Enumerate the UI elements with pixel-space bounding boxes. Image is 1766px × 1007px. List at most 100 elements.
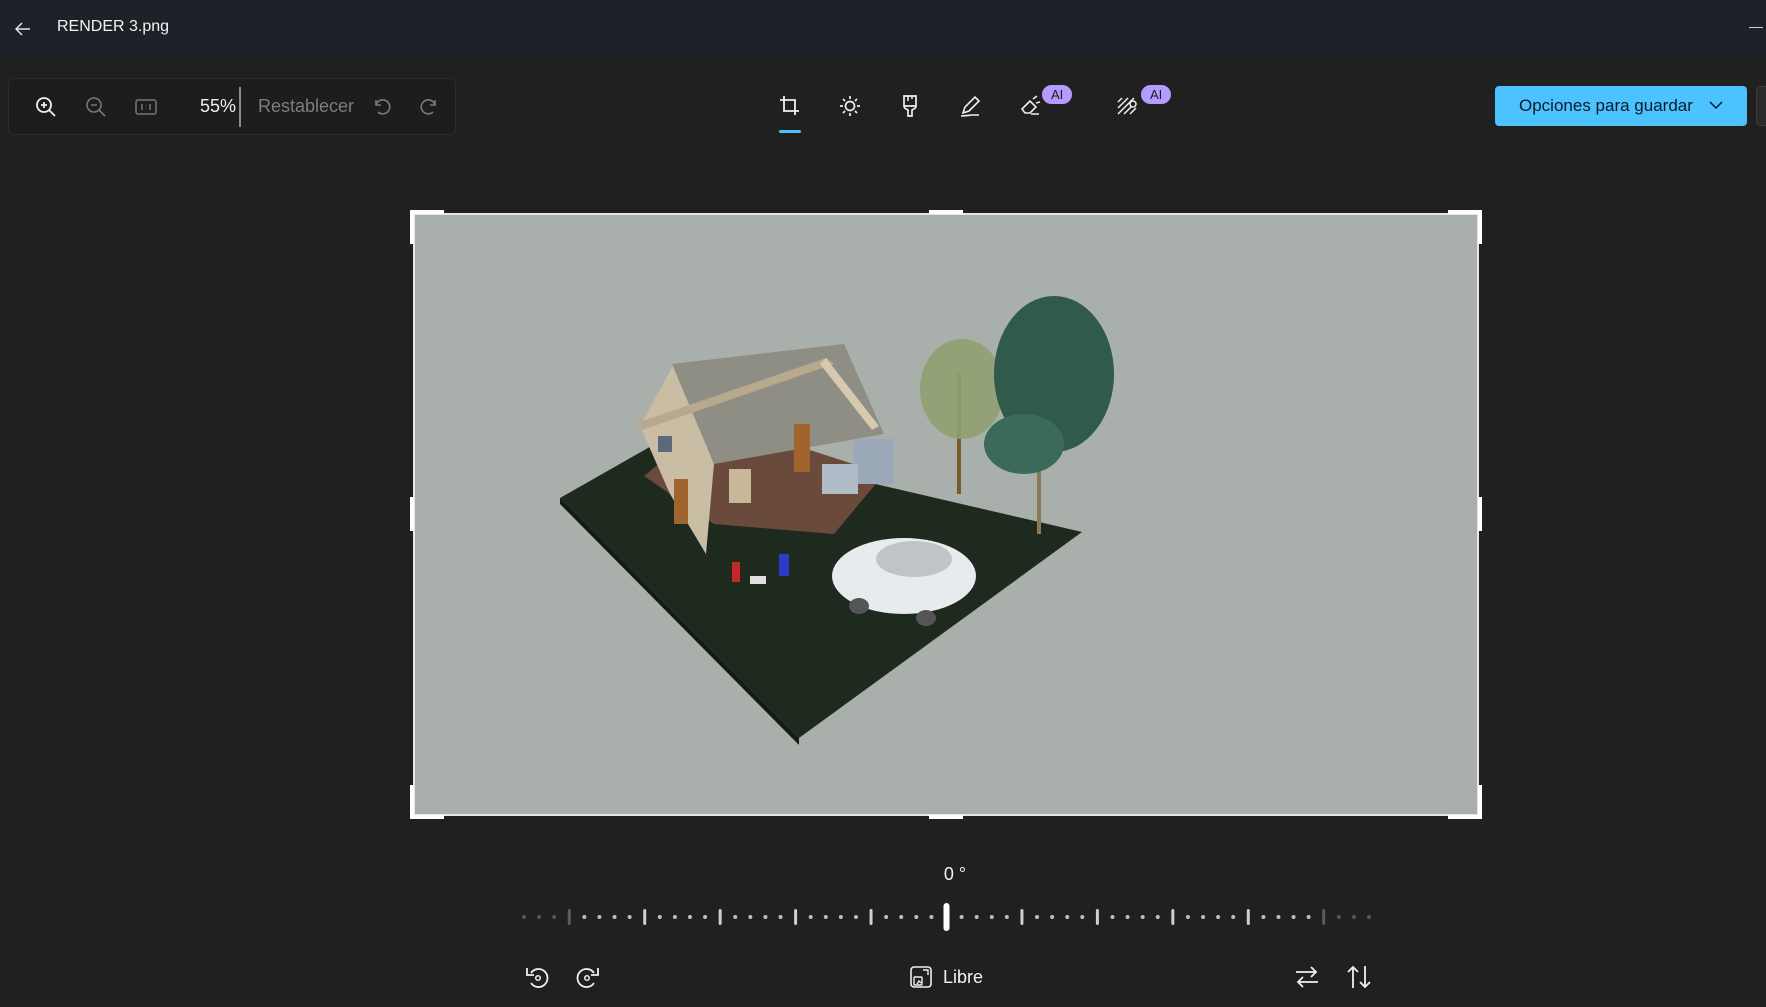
- active-tool-indicator: [779, 130, 801, 133]
- background-blur-icon: [1117, 97, 1137, 115]
- rotation-tick: [853, 915, 858, 919]
- rotation-tick: [1035, 915, 1040, 919]
- undo-icon: [375, 99, 391, 115]
- rotation-slider[interactable]: [520, 900, 1373, 934]
- flip-horizontal-button[interactable]: [1290, 958, 1324, 996]
- rotation-tick-major: [643, 909, 647, 925]
- rotation-tick: [899, 915, 904, 919]
- rotation-tick: [627, 915, 632, 919]
- flip-vertical-button[interactable]: [1342, 958, 1376, 996]
- rotate-left-button[interactable]: [520, 958, 554, 996]
- rotation-tick: [1231, 915, 1236, 919]
- undo-button[interactable]: [364, 90, 398, 124]
- crop-handle-top-left[interactable]: [410, 210, 444, 244]
- minimize-button[interactable]: [1746, 10, 1766, 44]
- rotation-tick-major: [1020, 909, 1024, 925]
- rotation-tick: [778, 915, 783, 919]
- crop-handle-top-right[interactable]: [1448, 210, 1482, 244]
- rotation-tick: [1201, 915, 1206, 919]
- crop-handle-left[interactable]: [410, 497, 414, 531]
- rotation-tick: [1110, 915, 1115, 919]
- reset-button[interactable]: Restablecer: [258, 96, 354, 117]
- tool-filter[interactable]: [890, 88, 930, 124]
- rotation-tick: [1261, 915, 1266, 919]
- rotation-angle: 0 °: [943, 864, 967, 884]
- rotation-tick: [1336, 915, 1341, 919]
- crop-handle-top[interactable]: [929, 210, 963, 214]
- chevron-down-icon: [1709, 101, 1723, 110]
- rotation-tick: [763, 915, 768, 919]
- aspect-ratio-icon: [910, 966, 932, 988]
- zoom-in-button[interactable]: [29, 90, 63, 124]
- crop-handle-right[interactable]: [1478, 497, 1482, 531]
- rotation-tick: [1080, 915, 1085, 919]
- crop-icon: [780, 96, 799, 115]
- eraser-icon: [1020, 95, 1041, 115]
- crop-handle-bottom-right[interactable]: [1448, 785, 1482, 819]
- rotation-tick: [1050, 915, 1055, 919]
- rotation-tick: [1216, 915, 1221, 919]
- back-button[interactable]: [6, 14, 40, 44]
- rotation-tick: [974, 915, 979, 919]
- rotation-tick: [1140, 915, 1145, 919]
- rotation-tick: [1155, 915, 1160, 919]
- rotation-tick-major: [1322, 909, 1326, 925]
- rotation-tick: [914, 915, 919, 919]
- rotation-tick: [1291, 915, 1296, 919]
- pen-icon: [960, 95, 981, 117]
- rotation-tick: [597, 915, 602, 919]
- rotation-tick-major: [869, 909, 873, 925]
- file-title: RENDER 3.png: [57, 18, 170, 35]
- aspect-ratio-label: Libre: [942, 966, 984, 987]
- brightness-icon: [840, 96, 860, 116]
- tool-adjust[interactable]: [830, 88, 870, 124]
- rotation-tick: [1065, 915, 1070, 919]
- render-scene: [560, 296, 1114, 745]
- zoom-out-button[interactable]: [79, 90, 113, 124]
- actual-size-button[interactable]: [129, 90, 163, 124]
- save-options-label: Opciones para guardar: [1519, 96, 1693, 115]
- rotation-tick: [522, 915, 526, 919]
- actual-size-icon: [135, 99, 157, 115]
- rotation-tick: [703, 915, 708, 919]
- rotation-tick: [537, 915, 542, 919]
- rotation-tick: [884, 915, 889, 919]
- rotation-tick: [1185, 915, 1190, 919]
- rotation-tick: [823, 915, 828, 919]
- flip-horizontal-icon: [1296, 966, 1318, 988]
- rotation-tick: [989, 915, 994, 919]
- rotation-tick: [1125, 915, 1130, 919]
- aspect-ratio-button[interactable]: Libre: [906, 958, 986, 996]
- zoom-level[interactable]: 55%: [192, 96, 236, 117]
- rotate-right-icon: [576, 968, 599, 988]
- rotation-tick: [612, 915, 617, 919]
- crop-handle-bottom-left[interactable]: [410, 785, 444, 819]
- ai-badge: AI: [1139, 83, 1174, 106]
- rotation-tick-major: [567, 909, 571, 925]
- rotation-tick: [1004, 915, 1009, 919]
- rotation-tick: [552, 915, 557, 919]
- rotate-right-button[interactable]: [571, 958, 605, 996]
- rotation-tick: [1367, 915, 1371, 919]
- rotation-tick-major: [718, 909, 722, 925]
- more-options-button[interactable]: [1756, 86, 1766, 126]
- rotation-tick: [1276, 915, 1281, 919]
- rotation-tick: [582, 915, 587, 919]
- divider: [239, 87, 241, 127]
- ai-badge: AI: [1040, 83, 1075, 106]
- tool-markup[interactable]: [950, 88, 990, 124]
- house-render-image: [414, 214, 1478, 815]
- rotate-left-icon: [526, 968, 549, 988]
- rotation-tick: [733, 915, 738, 919]
- save-options-button[interactable]: Opciones para guardar: [1495, 86, 1747, 126]
- arrow-left-icon: [15, 22, 30, 36]
- rotation-tick: [1351, 915, 1356, 919]
- rotation-tick: [838, 915, 843, 919]
- zoom-toolbar: 55% Restablecer: [8, 78, 456, 135]
- crop-handle-bottom[interactable]: [929, 815, 963, 819]
- redo-button[interactable]: [413, 90, 447, 124]
- rotation-tick: [1306, 915, 1311, 919]
- filter-icon: [903, 95, 917, 117]
- rotation-tick: [929, 915, 934, 919]
- tool-crop[interactable]: [770, 88, 810, 124]
